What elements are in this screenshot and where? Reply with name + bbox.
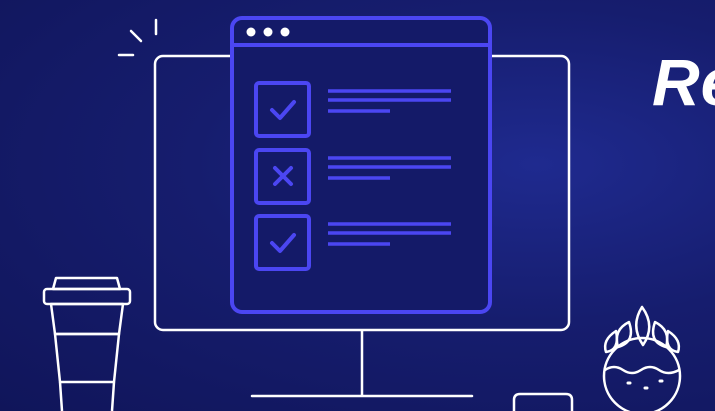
sparkle-icon [117, 18, 158, 57]
coffee-cup-icon [42, 276, 132, 411]
window-dot-icon [246, 27, 256, 37]
headline-text: Re [652, 45, 715, 119]
mug-icon [512, 392, 574, 411]
window-dot-icon [263, 27, 273, 37]
window-dot-icon [280, 27, 290, 37]
plant-pot-icon [602, 305, 682, 411]
illustration [42, 16, 682, 411]
